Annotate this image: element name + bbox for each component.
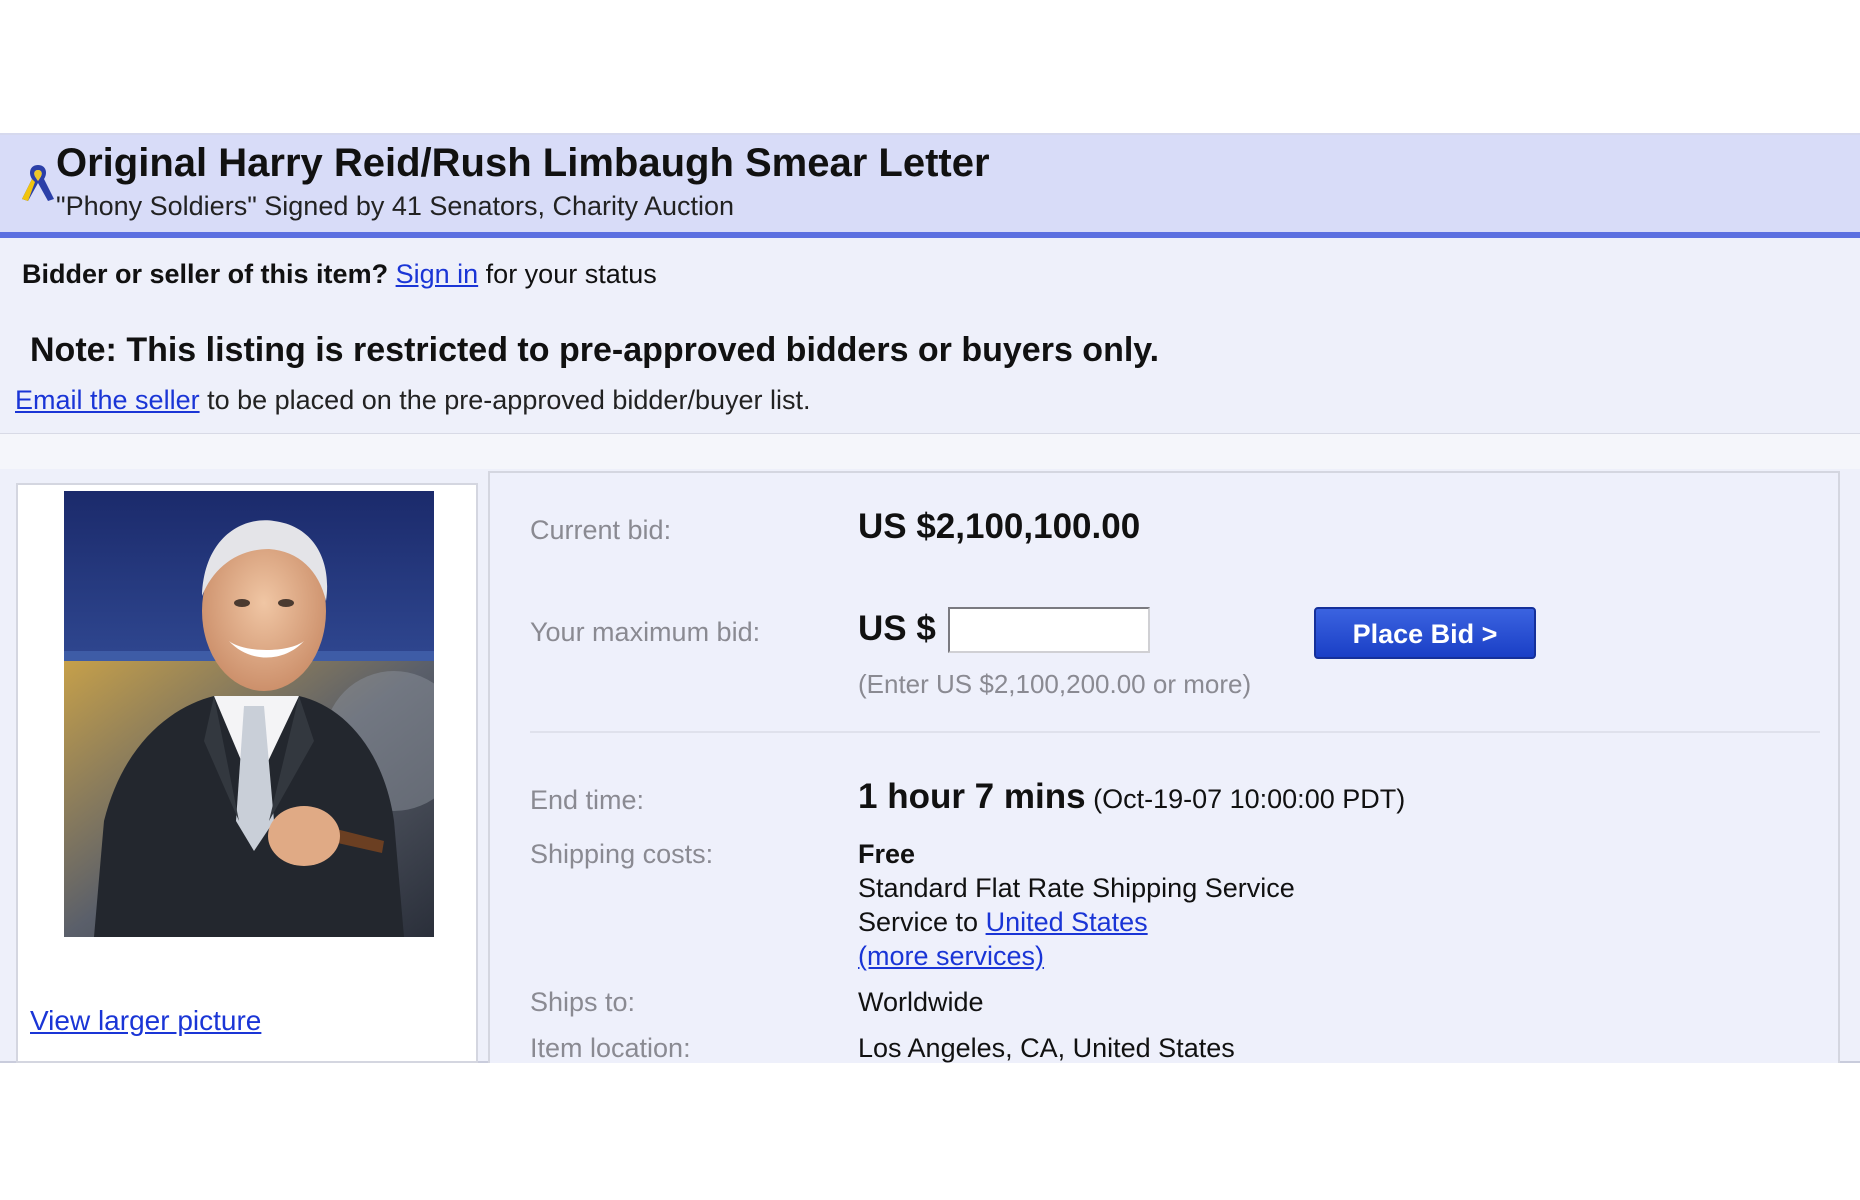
view-larger-picture-link[interactable]: View larger picture	[30, 1005, 261, 1037]
ships-to-label: Ships to:	[530, 987, 636, 1017]
max-bid-input[interactable]	[948, 607, 1150, 653]
shipping-cost-value: Free	[858, 839, 916, 869]
status-suffix: for your status	[485, 259, 657, 289]
current-bid-value: US $2,100,100.00	[858, 507, 1141, 546]
support-ribbon-icon	[22, 165, 54, 201]
united-states-link[interactable]: United States	[986, 907, 1148, 937]
max-bid-label: Your maximum bid:	[530, 617, 761, 647]
ships-to-value: Worldwide	[858, 987, 984, 1017]
min-bid-hint: (Enter US $2,100,200.00 or more)	[858, 669, 1252, 699]
email-seller-suffix: to be placed on the pre-approved bidder/…	[207, 385, 811, 415]
section-divider	[0, 433, 1860, 469]
listing-frame: Original Harry Reid/Rush Limbaugh Smear …	[0, 133, 1860, 1063]
end-time-value: 1 hour 7 mins	[858, 777, 1086, 816]
service-to-prefix: Service to	[858, 907, 979, 937]
sign-in-status-row: Bidder or seller of this item? Sign in f…	[22, 259, 657, 290]
more-services-row: (more services)	[858, 941, 1044, 972]
email-seller-row: Email the seller to be placed on the pre…	[15, 385, 810, 416]
max-bid-prefix: US $	[858, 609, 936, 648]
listing-header: Original Harry Reid/Rush Limbaugh Smear …	[0, 135, 1860, 238]
restriction-note: Note: This listing is restricted to pre-…	[30, 331, 1160, 369]
place-bid-button[interactable]: Place Bid >	[1314, 607, 1536, 659]
listing-title: Original Harry Reid/Rush Limbaugh Smear …	[56, 141, 990, 185]
bid-details-panel: Current bid: US $2,100,100.00 Your maxim…	[488, 471, 1840, 1063]
email-seller-link[interactable]: Email the seller	[15, 385, 200, 415]
end-time-date: (Oct-19-07 10:00:00 PDT)	[1093, 784, 1406, 814]
photo-panel: View larger picture	[16, 483, 478, 1063]
listing-subtitle: "Phony Soldiers" Signed by 41 Senators, …	[56, 191, 735, 221]
service-to-row: Service to United States	[858, 907, 1148, 938]
end-time-row: 1 hour 7 mins (Oct-19-07 10:00:00 PDT)	[858, 777, 1405, 817]
more-services-link[interactable]: (more services)	[858, 941, 1044, 971]
shipping-service: Standard Flat Rate Shipping Service	[858, 873, 1295, 903]
item-photo-image	[64, 491, 434, 937]
end-time-label: End time:	[530, 785, 645, 815]
sign-in-link[interactable]: Sign in	[396, 259, 479, 289]
item-location-label: Item location:	[530, 1033, 691, 1063]
current-bid-label: Current bid:	[530, 515, 672, 545]
shipping-costs-label: Shipping costs:	[530, 839, 714, 869]
status-prompt: Bidder or seller of this item?	[22, 259, 389, 289]
item-location-value: Los Angeles, CA, United States	[858, 1033, 1235, 1063]
details-rule	[530, 731, 1820, 733]
item-photo[interactable]	[64, 491, 434, 937]
